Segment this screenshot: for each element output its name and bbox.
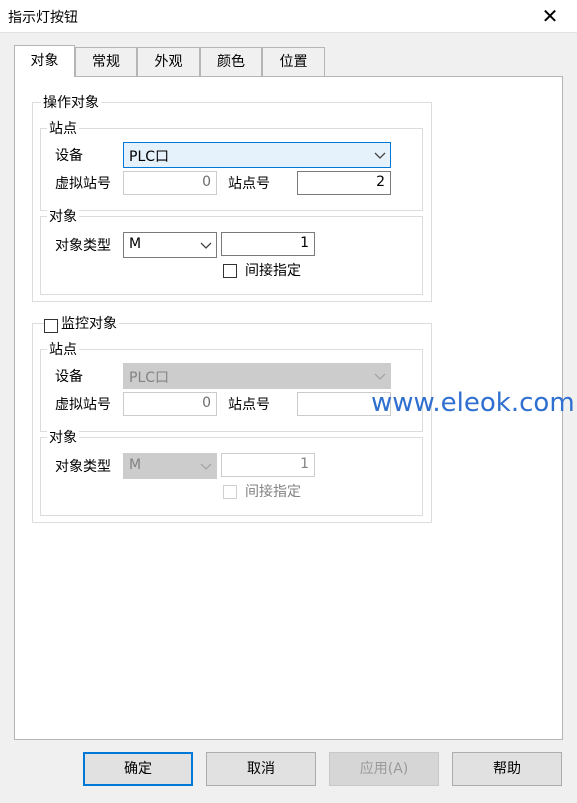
monitor-object-subtitle: 对象 xyxy=(47,429,79,447)
monitor-object-title: 监控对象 xyxy=(59,315,119,333)
watermark-text: www.eleok.com xyxy=(371,388,575,418)
monitor-object-type-select[interactable]: M xyxy=(123,453,217,479)
monitor-device-select[interactable]: PLC口 xyxy=(123,363,391,389)
operation-device-label: 设备 xyxy=(55,148,83,164)
operation-station-no-label: 站点号 xyxy=(228,176,270,192)
title-bar: 指示灯按钮 ✕ xyxy=(0,0,577,33)
operation-object-type-label: 对象类型 xyxy=(55,238,111,254)
tab-object[interactable]: 对象 xyxy=(14,45,75,77)
operation-object-type-select[interactable]: M xyxy=(123,232,217,258)
help-button[interactable]: 帮助 xyxy=(452,752,562,786)
monitor-station-title: 站点 xyxy=(47,341,79,359)
monitor-object-subgroup: 对象 对象类型 M 1 间接指定 xyxy=(40,429,423,516)
operation-virtual-station-input[interactable]: 0 xyxy=(123,171,217,195)
operation-station-no-input[interactable]: 2 xyxy=(297,171,391,195)
chevron-down-icon xyxy=(374,152,386,159)
monitor-address-value: 1 xyxy=(300,456,309,472)
operation-object-subtitle: 对象 xyxy=(47,208,79,226)
operation-object-title: 操作对象 xyxy=(41,94,101,112)
chevron-down-icon xyxy=(200,463,212,470)
operation-address-value: 1 xyxy=(300,235,309,251)
operation-address-input[interactable]: 1 xyxy=(221,232,315,256)
operation-indirect-label: 间接指定 xyxy=(245,263,301,279)
monitor-virtual-station-value: 0 xyxy=(202,395,211,411)
monitor-device-value: PLC口 xyxy=(129,370,170,386)
window-title: 指示灯按钮 xyxy=(8,10,78,26)
monitor-virtual-station-label: 虚拟站号 xyxy=(55,397,111,413)
monitor-object-checkbox[interactable] xyxy=(44,319,58,333)
close-icon[interactable]: ✕ xyxy=(533,3,567,29)
tab-general[interactable]: 常规 xyxy=(75,47,137,76)
operation-virtual-station-value: 0 xyxy=(202,174,211,190)
operation-station-no-value: 2 xyxy=(376,174,385,190)
ok-button[interactable]: 确定 xyxy=(83,752,193,786)
cancel-button[interactable]: 取消 xyxy=(206,752,316,786)
monitor-virtual-station-input[interactable]: 0 xyxy=(123,392,217,416)
operation-object-group: 操作对象 站点 设备 PLC口 虚拟站号 0 站点号 2 对象 对象类型 M 1… xyxy=(32,94,432,302)
operation-station-group: 站点 设备 PLC口 虚拟站号 0 站点号 2 xyxy=(40,120,423,211)
operation-station-title: 站点 xyxy=(47,120,79,138)
monitor-object-type-label: 对象类型 xyxy=(55,459,111,475)
chevron-down-icon xyxy=(200,242,212,249)
operation-device-select[interactable]: PLC口 xyxy=(123,142,391,168)
apply-button[interactable]: 应用(A) xyxy=(329,752,439,786)
monitor-indirect-label: 间接指定 xyxy=(245,484,301,500)
tab-appearance[interactable]: 外观 xyxy=(137,47,200,76)
tab-color[interactable]: 颜色 xyxy=(200,47,262,76)
chevron-down-icon xyxy=(374,373,386,380)
monitor-address-input[interactable]: 1 xyxy=(221,453,315,477)
monitor-indirect-checkbox[interactable] xyxy=(223,485,237,499)
monitor-station-no-label: 站点号 xyxy=(228,397,270,413)
operation-object-type-value: M xyxy=(129,236,142,252)
monitor-object-type-value: M xyxy=(129,457,142,473)
monitor-station-group: 站点 设备 PLC口 虚拟站号 0 站点号 xyxy=(40,341,423,432)
operation-device-value: PLC口 xyxy=(129,149,170,165)
monitor-object-group: 监控对象 站点 设备 PLC口 虚拟站号 0 站点号 对象 对象类型 M 1 间… xyxy=(32,315,432,523)
tab-position[interactable]: 位置 xyxy=(262,47,325,76)
operation-indirect-checkbox[interactable] xyxy=(223,264,237,278)
monitor-device-label: 设备 xyxy=(55,369,83,385)
operation-virtual-station-label: 虚拟站号 xyxy=(55,176,111,192)
operation-object-subgroup: 对象 对象类型 M 1 间接指定 xyxy=(40,208,423,295)
